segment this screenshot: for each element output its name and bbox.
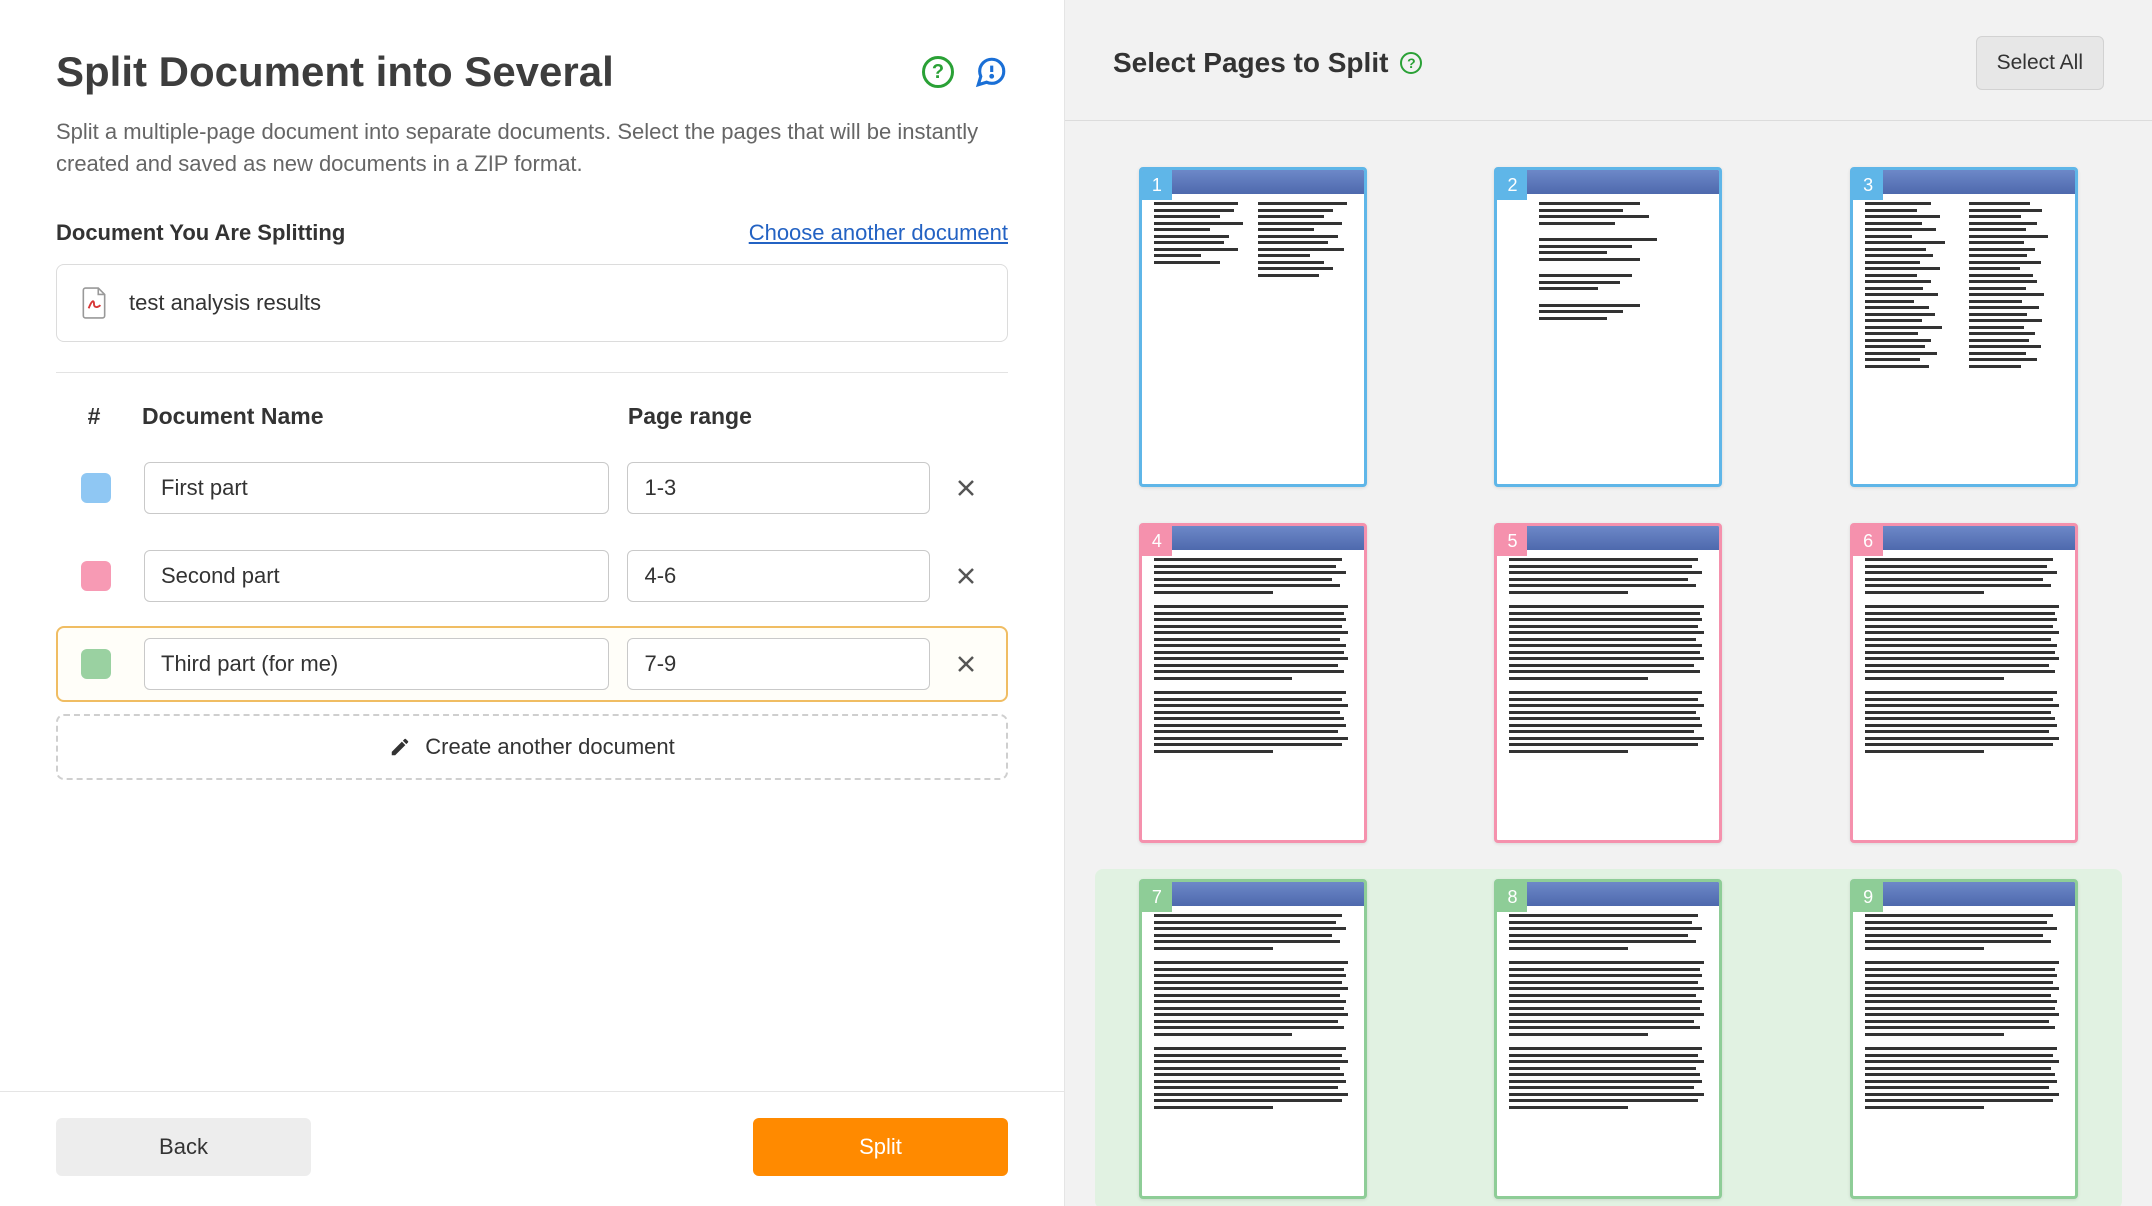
page-number-badge: 2 <box>1497 170 1527 200</box>
page-thumbnail[interactable]: 8 <box>1494 879 1722 1199</box>
color-swatch <box>81 649 111 679</box>
back-button[interactable]: Back <box>56 1118 311 1176</box>
pdf-icon <box>81 287 107 319</box>
color-swatch <box>81 473 111 503</box>
feedback-icon[interactable] <box>974 55 1008 89</box>
page-title: Split Document into Several <box>56 48 614 96</box>
page-thumbnail[interactable]: 4 <box>1139 523 1367 843</box>
close-icon <box>956 566 976 586</box>
page-number-badge: 9 <box>1853 882 1883 912</box>
page-number-badge: 4 <box>1142 526 1172 556</box>
choose-another-link[interactable]: Choose another document <box>749 220 1008 246</box>
color-swatch <box>81 561 111 591</box>
right-title: Select Pages to Split <box>1113 47 1388 79</box>
close-icon <box>956 478 976 498</box>
select-all-button[interactable]: Select All <box>1976 36 2104 90</box>
remove-row-button[interactable] <box>948 470 984 506</box>
split-button[interactable]: Split <box>753 1118 1008 1176</box>
page-range-input[interactable] <box>627 638 930 690</box>
document-name: test analysis results <box>129 290 321 316</box>
right-panel: Select Pages to Split ? Select All 1 2 3… <box>1065 0 2152 1206</box>
split-row <box>56 450 1008 526</box>
page-thumbnail[interactable]: 6 <box>1850 523 2078 843</box>
page-subtitle: Split a multiple-page document into sepa… <box>56 116 1008 180</box>
info-icon[interactable]: ? <box>1400 52 1422 74</box>
document-name-input[interactable] <box>144 550 609 602</box>
page-number-badge: 7 <box>1142 882 1172 912</box>
page-thumbnail[interactable]: 5 <box>1494 523 1722 843</box>
page-number-badge: 5 <box>1497 526 1527 556</box>
document-name-input[interactable] <box>144 462 609 514</box>
footer: Back Split <box>0 1091 1064 1206</box>
page-range-input[interactable] <box>627 550 930 602</box>
create-another-document-button[interactable]: Create another document <box>56 714 1008 780</box>
page-thumbnail[interactable]: 3 <box>1850 167 2078 487</box>
page-thumbnail[interactable]: 2 <box>1494 167 1722 487</box>
remove-row-button[interactable] <box>948 646 984 682</box>
page-range-input[interactable] <box>627 462 930 514</box>
remove-row-button[interactable] <box>948 558 984 594</box>
left-panel: Split Document into Several ? Split a mu… <box>0 0 1065 1206</box>
page-thumbnail[interactable]: 9 <box>1850 879 2078 1199</box>
document-name-input[interactable] <box>144 638 609 690</box>
thumb-group: 4 5 6 <box>1095 513 2122 853</box>
pencil-icon <box>389 736 411 758</box>
thumb-group: 7 8 9 <box>1095 869 2122 1206</box>
col-name: Document Name <box>142 403 610 430</box>
split-row <box>56 626 1008 702</box>
page-thumbnail[interactable]: 7 <box>1139 879 1367 1199</box>
col-range: Page range <box>628 403 932 430</box>
page-number-badge: 3 <box>1853 170 1883 200</box>
doc-section-label: Document You Are Splitting <box>56 220 345 246</box>
split-row <box>56 538 1008 614</box>
help-icon[interactable]: ? <box>922 56 954 88</box>
page-thumbnail[interactable]: 1 <box>1139 167 1367 487</box>
add-row-label: Create another document <box>425 734 675 760</box>
col-hash: # <box>64 403 124 430</box>
close-icon <box>956 654 976 674</box>
page-number-badge: 8 <box>1497 882 1527 912</box>
divider <box>56 372 1008 373</box>
current-document-card: test analysis results <box>56 264 1008 342</box>
page-number-badge: 6 <box>1853 526 1883 556</box>
page-thumbnails: 1 2 3 4 5 6 7 8 9 <box>1065 121 2152 1206</box>
thumb-group: 1 2 3 <box>1095 157 2122 497</box>
page-number-badge: 1 <box>1142 170 1172 200</box>
table-header: # Document Name Page range <box>56 403 1008 450</box>
